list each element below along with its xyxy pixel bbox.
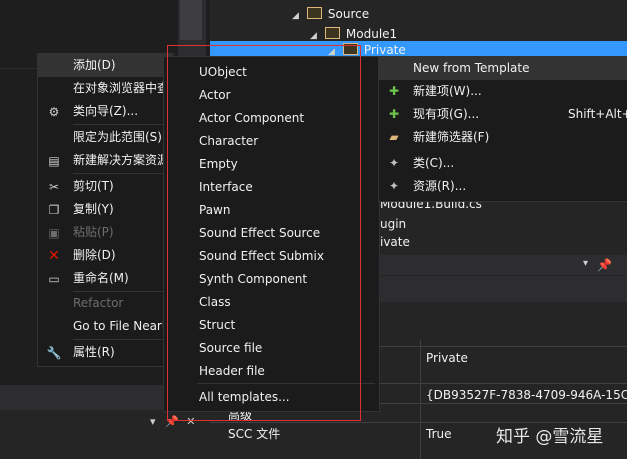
scrollbar-thumb[interactable]: [180, 0, 202, 40]
menu-item-label: 类向导(Z)...: [73, 104, 139, 118]
property-value: True: [426, 427, 452, 441]
template-struct[interactable]: Struct: [199, 314, 235, 337]
rename-icon: ▭: [48, 272, 60, 286]
pin-icon[interactable]: 📌: [165, 415, 179, 428]
tree-node-source[interactable]: ◢ Source: [292, 4, 369, 24]
menu-item-label: 类(C)...: [413, 156, 455, 170]
template-uobject[interactable]: UObject: [199, 61, 247, 84]
tree-node-label: Source: [327, 7, 370, 21]
template-character[interactable]: Character: [199, 130, 258, 153]
template-sound-effect-submix[interactable]: Sound Effect Submix: [199, 245, 324, 268]
panel-tool-icons: ▾ 📌 ✕: [150, 415, 195, 428]
menu-item-label: 属性(R): [73, 345, 115, 359]
menu-item-paste: ▣ 粘贴(P): [37, 221, 172, 244]
menu-item-resource[interactable]: ✦ 资源(R)...: [378, 175, 627, 198]
template-all-templates[interactable]: All templates...: [199, 386, 290, 409]
menu-item-refactor: Refactor: [37, 292, 172, 315]
menu-item-new-filter[interactable]: ▰ 新建筛选器(F): [378, 126, 627, 149]
dropdown-arrow-icon[interactable]: ▾: [150, 415, 156, 428]
menu-item-copy[interactable]: ❐ 复制(Y): [37, 198, 172, 221]
menu-item-cut[interactable]: ✂ 剪切(T): [37, 175, 172, 198]
template-synth-component[interactable]: Synth Component: [199, 268, 307, 291]
template-actor[interactable]: Actor: [199, 84, 231, 107]
folder-icon: [342, 43, 358, 55]
template-header-file[interactable]: Header file: [199, 360, 265, 383]
menu-item-label: New from Template: [413, 61, 530, 75]
menu-item-label: 重命名(M): [73, 271, 129, 285]
menu-separator: [73, 339, 171, 340]
menu-item-label: 复制(Y): [73, 202, 114, 216]
tree-node-label: ivate: [380, 235, 410, 249]
menu-item-label: Refactor: [73, 296, 124, 310]
menu-item-label: 资源(R)...: [413, 179, 467, 193]
menu-item-new-from-template[interactable]: New from Template: [413, 57, 529, 80]
existing-item-icon: ✚: [388, 107, 400, 121]
property-column-divider[interactable]: [420, 340, 421, 459]
folder-icon: [324, 27, 340, 39]
tree-node-label: ugin: [380, 217, 407, 231]
class-icon: ✦: [388, 156, 400, 170]
menu-item-label: 删除(D): [73, 248, 116, 262]
dropdown-arrow-icon[interactable]: ▾: [583, 258, 588, 269]
menu-item-rename[interactable]: ▭ 重命名(M): [37, 267, 172, 290]
template-pawn[interactable]: Pawn: [199, 199, 230, 222]
property-name: SCC 文件: [228, 427, 281, 441]
menu-item-label: 在对象浏览器中查看: [73, 81, 172, 95]
menu-item-new-solution-view[interactable]: ▤ 新建解决方案资源管理器视图: [37, 149, 172, 172]
tree-node-private-2[interactable]: ivate: [380, 232, 410, 252]
menu-item-new-item[interactable]: ✚ 新建项(W)...: [378, 80, 627, 103]
menu-item-label: 新建筛选器(F): [413, 130, 490, 144]
template-sound-effect-source[interactable]: Sound Effect Source: [199, 222, 320, 245]
scissors-icon: ✂: [48, 180, 60, 194]
wrench-icon: 🔧: [46, 346, 62, 360]
menu-separator: [73, 124, 171, 125]
menu-item-label: 添加(D): [73, 58, 116, 72]
menu-item-label: Go to File Nearby: [73, 319, 172, 333]
paste-icon: ▣: [48, 226, 60, 240]
menu-item-label: 新建项(W)...: [413, 84, 482, 98]
menu-item-scope-to-this[interactable]: 限定为此范围(S): [37, 126, 172, 149]
resource-icon: ✦: [388, 179, 400, 193]
menu-item-label: 限定为此范围(S): [73, 130, 162, 144]
template-class[interactable]: Class: [199, 291, 231, 314]
menu-item-label: 新建解决方案资源管理器视图: [73, 153, 172, 167]
expand-triangle-icon[interactable]: ◢: [292, 11, 299, 21]
watermark: 知乎 @雪流星: [496, 427, 604, 447]
folder-icon: [306, 7, 322, 19]
new-item-icon: ✚: [388, 84, 400, 98]
template-actor-component[interactable]: Actor Component: [199, 107, 304, 130]
class-wizard-icon: ⚙: [48, 105, 60, 119]
new-view-icon: ▤: [48, 154, 60, 168]
menu-separator: [73, 173, 171, 174]
menu-item-label: 现有项(G)...: [413, 107, 480, 121]
menu-item-class-wizard[interactable]: ⚙ 类向导(Z)...: [37, 100, 172, 123]
menu-item-go-to-file-nearby[interactable]: Go to File Nearby: [37, 315, 172, 338]
delete-x-icon: ✕: [48, 248, 60, 264]
expand-triangle-icon[interactable]: ◢: [310, 31, 317, 41]
menu-item-add[interactable]: 添加(D): [37, 54, 172, 77]
property-value: Private: [426, 351, 468, 365]
menu-item-label: 粘贴(P): [73, 225, 114, 239]
menu-item-label: 剪切(T): [73, 179, 114, 193]
copy-icon: ❐: [48, 203, 60, 217]
pin-icon[interactable]: 📌: [597, 258, 612, 272]
template-empty[interactable]: Empty: [199, 153, 238, 176]
menu-item-delete[interactable]: ✕ 删除(D): [37, 244, 172, 267]
template-source-file[interactable]: Source file: [199, 337, 262, 360]
menu-item-shortcut: Shift+Alt+: [568, 107, 627, 121]
menu-separator: [197, 383, 375, 384]
filter-folder-icon: ▰: [389, 130, 399, 144]
menu-item-properties[interactable]: 🔧 属性(R): [37, 341, 172, 364]
menu-item-class[interactable]: ✦ 类(C)...: [378, 152, 627, 175]
menu-item-object-browser[interactable]: 在对象浏览器中查看: [37, 77, 172, 100]
tree-node-label: Private: [363, 43, 406, 57]
tree-node-plugin[interactable]: ugin: [380, 214, 406, 234]
tree-node-label: Module1: [345, 27, 398, 41]
template-interface[interactable]: Interface: [199, 176, 253, 199]
close-icon[interactable]: ✕: [186, 415, 195, 428]
menu-item-existing-item[interactable]: ✚ 现有项(G)... Shift+Alt+: [378, 103, 627, 126]
